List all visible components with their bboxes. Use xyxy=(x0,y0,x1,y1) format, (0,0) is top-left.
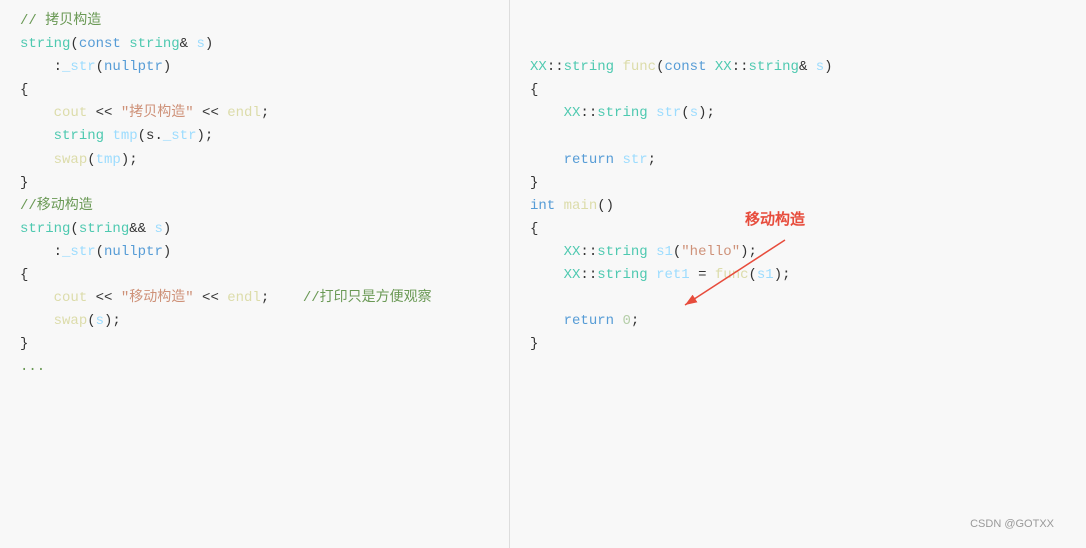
code-line: cout << "拷贝构造" << endl; xyxy=(20,102,489,125)
blank-line xyxy=(530,287,1066,310)
brace-line: } xyxy=(530,172,1066,195)
brace-line: { xyxy=(20,264,489,287)
right-code-block: XX::string func(const XX::string& s){ XX… xyxy=(530,10,1066,356)
brace-line: } xyxy=(530,333,1066,356)
code-line: :_str(nullptr) xyxy=(20,56,489,79)
left-code-panel: // 拷贝构造string(const string& s) :_str(nul… xyxy=(0,0,510,548)
brace-line: { xyxy=(20,79,489,102)
right-code-panel: XX::string func(const XX::string& s){ XX… xyxy=(510,0,1086,548)
comment-line: //移动构造 xyxy=(20,195,489,218)
code-line: XX::string str(s); xyxy=(530,102,1066,125)
code-line: cout << "移动构造" << endl; //打印只是方便观察 xyxy=(20,287,489,310)
code-line: return 0; xyxy=(530,310,1066,333)
code-line: string(string&& s) xyxy=(20,218,489,241)
annotation-label: 移动构造 xyxy=(745,208,805,229)
brace-line: { xyxy=(530,79,1066,102)
comment-line: // 拷贝构造 xyxy=(20,10,489,33)
code-line: string tmp(s._str); xyxy=(20,125,489,148)
code-line: XX::string func(const XX::string& s) xyxy=(530,56,1066,79)
comment-line: ... xyxy=(20,356,489,379)
left-code-block: // 拷贝构造string(const string& s) :_str(nul… xyxy=(20,10,489,380)
blank-line xyxy=(530,125,1066,148)
watermark: CSDN @GOTXX xyxy=(970,518,1054,530)
code-line: XX::string ret1 = func(s1); xyxy=(530,264,1066,287)
blank-line xyxy=(530,10,1066,33)
code-line: swap(s); xyxy=(20,310,489,333)
code-line: :_str(nullptr) xyxy=(20,241,489,264)
code-line: string(const string& s) xyxy=(20,33,489,56)
code-line: return str; xyxy=(530,149,1066,172)
code-line: swap(tmp); xyxy=(20,149,489,172)
blank-line xyxy=(530,33,1066,56)
brace-line: } xyxy=(20,333,489,356)
brace-line: } xyxy=(20,172,489,195)
code-line: XX::string s1("hello"); xyxy=(530,241,1066,264)
